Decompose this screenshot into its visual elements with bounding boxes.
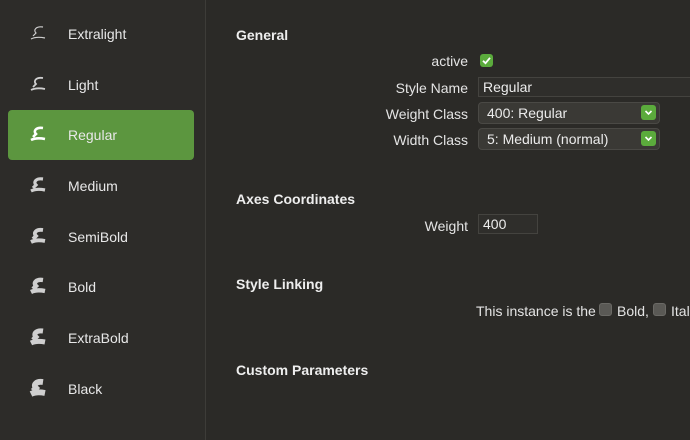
instance-label: Light: [68, 77, 99, 93]
instance-label: SemiBold: [68, 229, 128, 245]
italic-link-checkbox[interactable]: [653, 303, 666, 316]
style-linking-section-title: Style Linking: [236, 276, 324, 292]
width-class-label: Width Class: [393, 132, 468, 148]
style-name-label: Style Name: [395, 80, 468, 96]
instance-regular[interactable]: Regular: [8, 110, 194, 160]
instances-sidebar: Extralight Light Regular Medium SemiBold…: [0, 0, 206, 440]
axis-weight-field[interactable]: 400: [478, 214, 538, 234]
instance-extrabold[interactable]: ExtraBold: [8, 313, 194, 363]
axes-section-title: Axes Coordinates: [236, 191, 356, 207]
instance-label: Regular: [68, 127, 118, 143]
weight-class-label: Weight Class: [385, 106, 468, 122]
instance-glyph-icon: [8, 9, 68, 59]
axis-weight-label: Weight: [424, 218, 468, 234]
instance-semibold[interactable]: SemiBold: [8, 212, 194, 262]
instance-label: ExtraBold: [68, 330, 129, 346]
instance-glyph-icon: [8, 262, 68, 312]
instance-label: Medium: [68, 178, 118, 194]
custom-parameters-section-title: Custom Parameters: [236, 362, 369, 378]
instance-black[interactable]: Black: [8, 364, 194, 414]
checkmark-icon: [482, 57, 491, 65]
instance-light[interactable]: Light: [8, 60, 194, 110]
instance-label: Bold: [68, 279, 97, 295]
style-linking-prefix: This instance is the: [476, 303, 596, 319]
italic-link-label: Ital: [671, 303, 690, 319]
bold-link-checkbox[interactable]: [599, 303, 612, 316]
weight-class-value: 400: Regular: [487, 105, 568, 121]
style-name-field[interactable]: Regular: [478, 77, 690, 97]
chevron-updown-icon: [641, 131, 656, 146]
width-class-value: 5: Medium (normal): [487, 131, 609, 147]
instance-glyph-icon: [8, 110, 68, 160]
instance-extralight[interactable]: Extralight: [8, 9, 194, 59]
instance-glyph-icon: [8, 364, 68, 414]
instance-label: Black: [68, 381, 103, 397]
bold-link-label: Bold,: [617, 303, 649, 319]
general-section-title: General: [236, 27, 289, 43]
instance-bold[interactable]: Bold: [8, 262, 194, 312]
active-checkbox[interactable]: [480, 54, 493, 67]
instance-medium[interactable]: Medium: [8, 161, 194, 211]
instance-label: Extralight: [68, 26, 127, 42]
active-label: active: [431, 53, 468, 69]
width-class-select[interactable]: 5: Medium (normal): [478, 128, 660, 150]
instance-glyph-icon: [8, 212, 68, 262]
weight-class-select[interactable]: 400: Regular: [478, 102, 660, 124]
instance-glyph-icon: [8, 313, 68, 363]
chevron-updown-icon: [641, 105, 656, 120]
instance-glyph-icon: [8, 60, 68, 110]
instance-inspector: General active Style Name Regular Weight…: [206, 0, 690, 440]
instance-glyph-icon: [8, 161, 68, 211]
